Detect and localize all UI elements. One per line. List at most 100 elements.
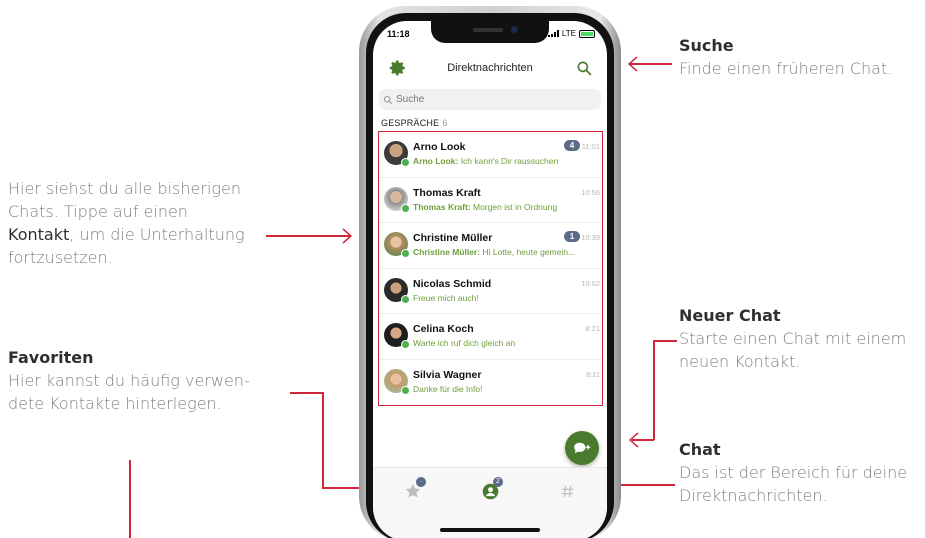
favorites-connector-h bbox=[290, 392, 323, 394]
overview-arrowhead bbox=[342, 228, 353, 244]
message-text: Ich kann's Dir raussuchen bbox=[458, 156, 559, 166]
status-time: 11:18 bbox=[387, 29, 410, 39]
search-field[interactable] bbox=[379, 89, 601, 110]
network-label: LTE bbox=[561, 29, 576, 38]
message-time: 10:56 bbox=[581, 187, 600, 197]
direct-messages-badge: 2 bbox=[493, 477, 503, 487]
section-header: GESPRÄCHE 6 bbox=[381, 118, 448, 128]
message-time: 10:39 bbox=[581, 233, 600, 242]
message-text: Freue mich auch! bbox=[413, 292, 479, 303]
chat-line1: Das ist der Bereich für deine bbox=[679, 463, 908, 482]
avatar bbox=[384, 277, 410, 304]
new-chat-arrowhead bbox=[628, 432, 639, 448]
app-header: Direktnachrichten bbox=[373, 57, 607, 81]
new-chat-annotation: Neuer Chat Starte einen Chat mit einem n… bbox=[679, 304, 925, 373]
tab-channels[interactable] bbox=[555, 480, 579, 502]
search-arrowhead bbox=[627, 56, 638, 72]
status-bar: 11:18 LTE bbox=[373, 29, 607, 43]
message-time: 8:11 bbox=[585, 369, 600, 379]
new-chat-icon bbox=[574, 442, 591, 454]
conversation-row[interactable]: Arno Look 4 11:01 Arno Look: Ich kann's … bbox=[379, 132, 602, 178]
app-screen: 11:18 LTE Direktnachrichten GESPRÄCHE6 A… bbox=[373, 21, 607, 538]
contact-name: Arno Look bbox=[413, 141, 466, 153]
message-preview: Arno Look: Ich kann's Dir raussuchen bbox=[413, 156, 603, 166]
overview-line1: Hier siehst du alle bisherigen bbox=[8, 179, 241, 198]
favorites-line1: Hier kannst du häufig verwen- bbox=[8, 371, 250, 390]
new-chat-line1: Starte einen Chat mit einem bbox=[679, 329, 907, 348]
search-icon[interactable] bbox=[575, 59, 593, 77]
contact-name: Silvia Wagner bbox=[413, 368, 482, 381]
message-text: Danke für die Info! bbox=[413, 383, 483, 394]
tab-bar: · 2 bbox=[373, 467, 607, 538]
message-text: Morgen ist in Ordnung bbox=[470, 201, 558, 212]
phone-frame: 11:18 LTE Direktnachrichten GESPRÄCHE6 A… bbox=[359, 6, 621, 538]
avatar bbox=[384, 141, 410, 167]
search-title: Suche bbox=[679, 36, 734, 55]
contact-name: Nicolas Schmid bbox=[413, 277, 492, 290]
unread-badge: 1 bbox=[564, 231, 580, 242]
overview-line2: Chats. Tippe auf einen bbox=[8, 202, 188, 221]
conversation-row[interactable]: Thomas Kraft 10:56 Thomas Kraft: Morgen … bbox=[379, 178, 603, 223]
search-desc: Finde einen früheren Chat. bbox=[679, 59, 893, 78]
favorites-title: Favoriten bbox=[8, 348, 94, 367]
new-chat-line2: neuen Kontakt. bbox=[679, 352, 801, 371]
message-sender: Arno Look: bbox=[413, 156, 459, 166]
chat-annotation: Chat Das ist der Bereich für deine Direk… bbox=[679, 438, 925, 507]
left-vertical-line bbox=[129, 460, 131, 538]
online-status-icon bbox=[401, 385, 410, 395]
new-chat-button[interactable] bbox=[565, 431, 599, 465]
new-chat-connector-h bbox=[653, 340, 677, 342]
conversation-row[interactable]: Silvia Wagner 8:11 Danke für die Info! bbox=[379, 360, 602, 406]
message-sender: Thomas Kraft: bbox=[413, 201, 471, 212]
conversation-row[interactable]: Celina Koch 8:21 Warte ich ruf dich glei… bbox=[379, 314, 602, 360]
conversation-list: Arno Look 4 11:01 Arno Look: Ich kann's … bbox=[378, 131, 603, 406]
message-time: 8:21 bbox=[585, 324, 600, 333]
signal-icon bbox=[547, 30, 559, 37]
hash-icon bbox=[561, 485, 573, 497]
favorites-connector-v bbox=[322, 392, 324, 488]
overview-line3: , um die Unterhaltung bbox=[69, 225, 245, 244]
favorites-badge: · bbox=[416, 477, 426, 487]
message-text: Hi Lotte, heute gemein... bbox=[480, 247, 576, 257]
contact-name: Thomas Kraft bbox=[413, 186, 481, 199]
conversation-row[interactable]: Christine Müller 1 10:39 Christine Mülle… bbox=[379, 223, 602, 269]
search-annotation: Suche Finde einen früheren Chat. bbox=[679, 34, 919, 80]
contact-name: Celina Koch bbox=[413, 323, 474, 335]
tab-direct-messages[interactable]: 2 bbox=[478, 477, 503, 502]
online-status-icon bbox=[401, 294, 410, 304]
online-status-icon bbox=[401, 203, 410, 213]
message-preview: Thomas Kraft: Morgen ist in Ordnung bbox=[413, 202, 603, 212]
message-preview: Freue mich auch! bbox=[413, 293, 603, 303]
chat-title: Chat bbox=[679, 440, 721, 459]
contact-name: Christine Müller bbox=[413, 232, 493, 244]
avatar bbox=[384, 368, 410, 395]
message-text: Warte ich ruf dich gleich an bbox=[413, 338, 516, 348]
new-chat-title: Neuer Chat bbox=[679, 306, 781, 325]
online-status-icon bbox=[401, 340, 410, 349]
favorites-annotation: Favoriten Hier kannst du häufig verwen- … bbox=[8, 346, 288, 415]
tab-favorites[interactable]: · bbox=[401, 477, 426, 502]
avatar bbox=[384, 232, 410, 258]
unread-badge: 4 bbox=[564, 140, 580, 151]
message-time: 10:02 bbox=[581, 278, 600, 288]
search-field-icon bbox=[383, 95, 393, 104]
section-label: GESPRÄCHE bbox=[381, 118, 440, 128]
message-sender: Christine Müller: bbox=[413, 247, 481, 257]
message-preview: Warte ich ruf dich gleich an bbox=[413, 338, 603, 348]
page-title: Direktnachrichten bbox=[447, 62, 533, 74]
home-indicator[interactable] bbox=[440, 528, 540, 532]
search-input[interactable] bbox=[396, 94, 586, 105]
avatar bbox=[384, 323, 410, 349]
message-preview: Danke für die Info! bbox=[413, 384, 603, 394]
message-time: 11:01 bbox=[581, 142, 600, 151]
online-status-icon bbox=[401, 158, 410, 167]
avatar bbox=[384, 186, 410, 213]
section-count: 6 bbox=[442, 118, 448, 128]
conversation-row[interactable]: Nicolas Schmid 10:02 Freue mich auch! bbox=[379, 269, 603, 314]
overview-bold: Kontakt bbox=[8, 225, 70, 244]
message-preview: Christine Müller: Hi Lotte, heute gemein… bbox=[413, 247, 603, 257]
online-status-icon bbox=[401, 249, 410, 258]
favorites-line2: dete Kontakte hinterlegen. bbox=[8, 394, 222, 413]
overview-annotation: Hier siehst du alle bisherigen Chats. Ti… bbox=[8, 177, 268, 269]
overview-connector bbox=[266, 235, 350, 237]
